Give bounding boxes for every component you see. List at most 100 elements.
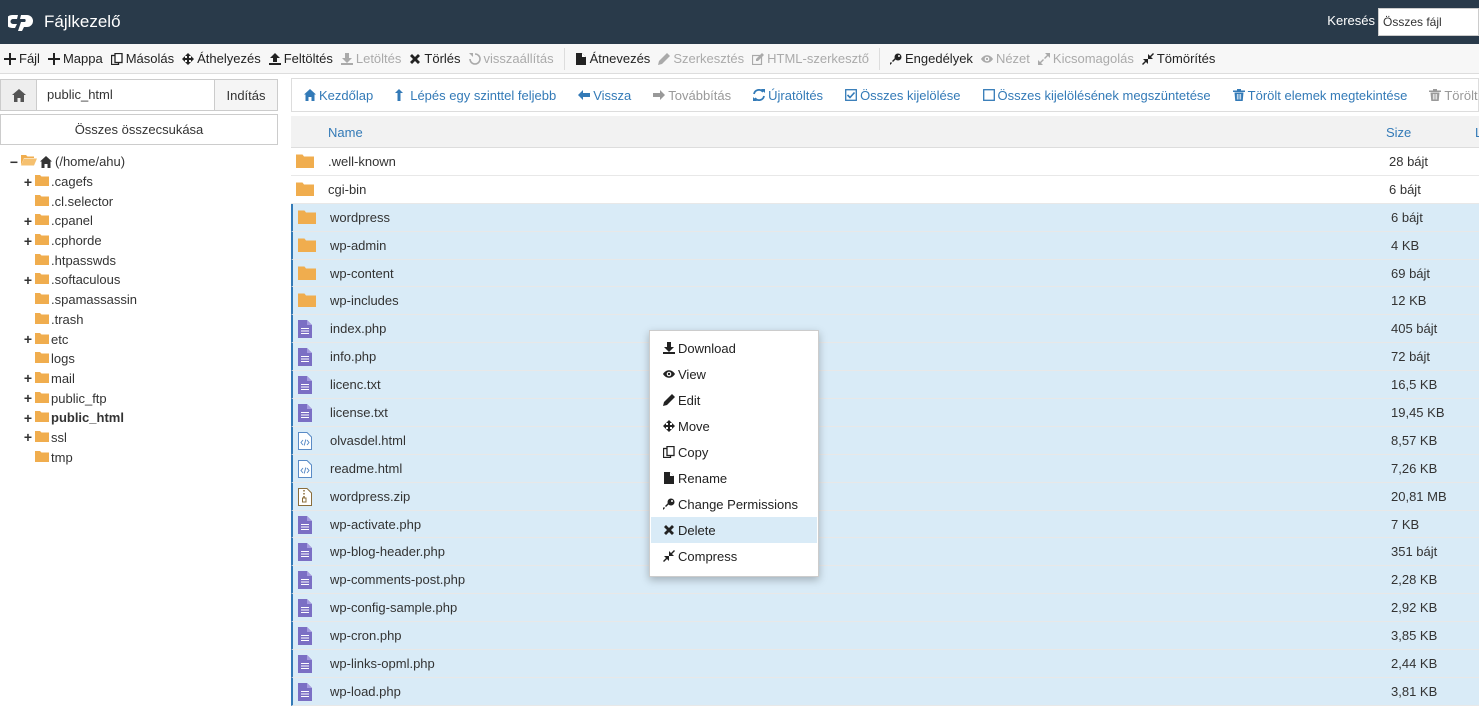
table-row[interactable]: wp-comments-post.php 2,28 KB [291, 566, 1479, 595]
nav-button-4[interactable]: Újratöltés [741, 79, 833, 111]
toolbar-button-13[interactable]: Kicsomagolás [1034, 44, 1138, 73]
column-header-size[interactable]: Size [1386, 125, 1411, 140]
tree-expander[interactable]: − [8, 154, 20, 170]
context-menu-item-delete[interactable]: Delete [651, 517, 817, 543]
plus-icon [47, 52, 60, 65]
table-row[interactable]: wp-cron.php 3,85 KB [291, 622, 1479, 651]
cpanel-logo-icon[interactable] [8, 10, 38, 34]
path-input[interactable]: public_html [37, 80, 215, 110]
context-menu-item-change-permissions[interactable]: Change Permissions [651, 491, 817, 517]
table-row[interactable]: wp-activate.php 7 KB [291, 510, 1479, 539]
tree-item[interactable]: + ssl [8, 428, 137, 448]
toolbar-button-3[interactable]: Áthelyezés [178, 44, 265, 73]
tree-item[interactable]: logs [8, 349, 137, 369]
nav-button-1[interactable]: Lépés egy szinttel feljebb [383, 79, 566, 111]
tree-item[interactable]: tmp [8, 447, 137, 467]
tree-item[interactable]: + .cagefs [8, 172, 137, 192]
table-row[interactable]: wp-admin 4 KB [291, 231, 1479, 260]
nav-button-8[interactable]: Törölt [1417, 79, 1478, 111]
tree-item[interactable]: .trash [8, 310, 137, 330]
context-menu-item-compress[interactable]: Compress [651, 543, 817, 569]
table-row[interactable]: wordpress.zip 20,81 MB [291, 482, 1479, 511]
tree-expander[interactable]: + [22, 331, 34, 347]
top-header: Fájlkezelő Keresés Összes fájl [0, 0, 1479, 44]
path-bar: public_html Indítás [0, 79, 278, 111]
tree-item[interactable]: + public_html [8, 408, 137, 428]
table-row[interactable]: info.php 72 bájt [291, 343, 1479, 372]
table-row[interactable]: wp-config-sample.php 2,92 KB [291, 594, 1479, 623]
table-row[interactable]: readme.html 7,26 KB [291, 454, 1479, 483]
tree-item[interactable]: + .cpanel [8, 211, 137, 231]
table-row[interactable]: licenc.txt 16,5 KB [291, 371, 1479, 400]
table-row[interactable]: index.php 405 bájt [291, 315, 1479, 344]
html-file-icon [298, 459, 312, 478]
arrow-right-icon [653, 90, 666, 100]
toolbar-button-2[interactable]: Másolás [107, 44, 178, 73]
folder-icon [35, 332, 49, 344]
square-icon [982, 89, 995, 101]
go-button[interactable]: Indítás [215, 80, 277, 110]
context-menu-item-move[interactable]: Move [651, 413, 817, 439]
toolbar-button-12[interactable]: Nézet [977, 44, 1034, 73]
nav-button-6[interactable]: Összes kijelölésének megszüntetése [971, 79, 1221, 111]
tree-expander[interactable]: + [22, 174, 34, 190]
toolbar-button-8[interactable]: Átnevezés [571, 44, 655, 73]
toolbar-button-6[interactable]: Törlés [405, 44, 464, 73]
context-menu-item-copy[interactable]: Copy [651, 439, 817, 465]
tree-expander[interactable]: + [22, 410, 34, 426]
toolbar-button-0[interactable]: Fájl [0, 44, 44, 73]
tree-expander[interactable]: + [22, 390, 34, 406]
table-row[interactable]: cgi-bin 6 bájt [291, 176, 1479, 204]
tree-expander[interactable]: + [22, 233, 34, 249]
column-header-last-modified[interactable]: L [1475, 125, 1479, 140]
collapse-all-button[interactable]: Összes összecsukása [0, 114, 278, 145]
table-row[interactable]: olvasdel.html 8,57 KB [291, 426, 1479, 455]
context-menu-label: Move [678, 418, 710, 434]
nav-button-3[interactable]: Továbbítás [641, 79, 741, 111]
tree-item[interactable]: .spamassassin [8, 290, 137, 310]
tree-item[interactable]: + etc [8, 329, 137, 349]
nav-button-7[interactable]: Törölt elemek megtekintése [1221, 79, 1418, 111]
tree-item-label: .softaculous [51, 272, 121, 288]
table-row[interactable]: .well-known 28 bájt [291, 148, 1479, 176]
toolbar-button-10[interactable]: HTML-szerkesztő [748, 44, 873, 73]
tree-item-label: ssl [51, 429, 67, 445]
tree-expander[interactable]: + [22, 272, 34, 288]
table-row[interactable]: wp-blog-header.php 351 bájt [291, 538, 1479, 567]
tree-item[interactable]: .cl.selector [8, 191, 137, 211]
context-menu-item-rename[interactable]: Rename [651, 465, 817, 491]
table-row[interactable]: license.txt 19,45 KB [291, 399, 1479, 427]
tree-item[interactable]: + .cphorde [8, 231, 137, 251]
table-row[interactable]: wp-load.php 3,81 KB [291, 677, 1479, 706]
toolbar-button-11[interactable]: Engedélyek [886, 44, 977, 73]
column-header-name[interactable]: Name [328, 125, 363, 140]
php-file-icon [298, 571, 312, 590]
toolbar-button-9[interactable]: Szerkesztés [654, 44, 748, 73]
tree-expander[interactable]: + [22, 370, 34, 386]
tree-expander[interactable]: + [22, 429, 34, 445]
toolbar-button-5[interactable]: Letöltés [337, 44, 406, 73]
tree-expander[interactable]: + [22, 213, 34, 229]
nav-button-2[interactable]: Vissza [566, 79, 641, 111]
context-menu-item-view[interactable]: View [651, 361, 817, 387]
tree-item[interactable]: + public_ftp [8, 388, 137, 408]
toolbar-button-4[interactable]: Feltöltés [265, 44, 337, 73]
home-button[interactable] [1, 80, 37, 110]
table-row[interactable]: wp-includes 12 KB [291, 287, 1479, 316]
tree-item[interactable]: + .softaculous [8, 270, 137, 290]
search-scope-select[interactable]: Összes fájl [1378, 8, 1479, 36]
context-menu-item-download[interactable]: Download [651, 335, 817, 361]
tree-item[interactable]: − (/home/ahu) [8, 152, 137, 172]
table-row[interactable]: wp-links-opml.php 2,44 KB [291, 650, 1479, 678]
table-row[interactable]: wp-content 69 bájt [291, 259, 1479, 288]
table-row[interactable]: wordpress 6 bájt [291, 203, 1479, 232]
context-menu-item-edit[interactable]: Edit [651, 387, 817, 413]
toolbar-button-7[interactable]: visszaállítás [465, 44, 558, 73]
tree-item[interactable]: .htpasswds [8, 250, 137, 270]
nav-button-0[interactable]: Kezdőlap [292, 79, 383, 111]
nav-button-5[interactable]: Összes kijelölése [833, 79, 970, 111]
toolbar-button-1[interactable]: Mappa [44, 44, 107, 73]
toolbar-button-14[interactable]: Tömörítés [1138, 44, 1220, 73]
folder-icon [35, 194, 49, 206]
tree-item[interactable]: + mail [8, 369, 137, 389]
